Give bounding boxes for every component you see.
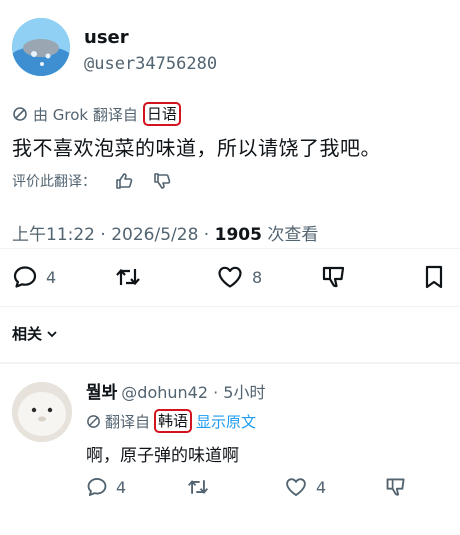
views-label: 次查看 — [267, 225, 319, 245]
bookmark-button[interactable] — [422, 264, 446, 290]
reply-translation-notice: 翻译自 韩语 显示原文 — [86, 409, 256, 433]
retweet-icon — [116, 268, 140, 286]
rate-translation: 评价此翻译： — [12, 171, 172, 191]
reply-like-button[interactable]: 4 — [284, 476, 326, 498]
thumbs-down-icon — [386, 478, 405, 496]
tweet-actions: 4 8 — [0, 262, 460, 294]
display-name[interactable]: user — [84, 27, 129, 48]
reply-reply-button[interactable]: 4 — [86, 476, 126, 498]
tweet-time[interactable]: 上午11:22 — [12, 225, 95, 245]
reply-retweet-button[interactable] — [186, 476, 210, 498]
like-count: 8 — [252, 267, 263, 287]
divider — [0, 248, 460, 249]
related-label: 相关 — [12, 325, 43, 343]
like-button[interactable]: 8 — [216, 264, 262, 290]
reply-icon — [87, 478, 107, 496]
reply-header: 뭘봐 @dohun42 · 5小时 — [86, 378, 265, 403]
tweet-meta: 上午11:22 · 2026/5/28 · 1905 次查看 — [12, 220, 318, 245]
view-count: 1905 — [214, 225, 262, 245]
related-toggle[interactable]: 相关 — [12, 323, 58, 344]
rate-label: 评价此翻译： — [12, 174, 96, 190]
meta-separator: · — [95, 225, 112, 245]
reply-avatar[interactable] — [12, 382, 72, 442]
tweet-date[interactable]: 2026/5/28 — [111, 225, 198, 245]
reply-translation-prefix: 翻译自 — [105, 412, 151, 431]
heart-icon — [218, 266, 242, 288]
divider — [0, 306, 460, 307]
reply-count: 4 — [46, 267, 57, 287]
retweet-button[interactable] — [114, 264, 142, 290]
reply-icon — [13, 266, 37, 288]
reply-dislike-button[interactable] — [384, 476, 408, 498]
tweet-text: 我不喜欢泡菜的味道，所以请饶了我吧。 — [12, 136, 381, 160]
reply-reply-count: 4 — [116, 477, 127, 497]
thumbs-down-icon — [322, 266, 345, 288]
translate-icon — [87, 414, 100, 428]
thumbs-down-icon[interactable] — [152, 171, 172, 191]
dislike-button[interactable] — [320, 264, 348, 290]
translate-icon — [13, 107, 27, 121]
section-divider — [0, 362, 460, 364]
translation-prefix: 由 Grok 翻译自 — [33, 105, 138, 124]
reply-handle-time[interactable]: @dohun42 · 5小时 — [121, 379, 265, 403]
translation-notice: 由 Grok 翻译自 日语 — [12, 102, 181, 126]
meta-separator: · — [198, 225, 215, 245]
source-language: 日语 — [142, 102, 181, 126]
reply-source-language: 韩语 — [154, 409, 193, 433]
retweet-icon — [187, 480, 209, 494]
avatar[interactable] — [12, 18, 70, 76]
user-handle[interactable]: @user34756280 — [84, 54, 217, 74]
reply-button[interactable]: 4 — [12, 264, 56, 290]
thumbs-up-icon[interactable] — [114, 171, 134, 191]
chevron-down-icon — [47, 330, 57, 337]
show-original-link[interactable]: 显示原文 — [196, 411, 256, 432]
reply-actions: 4 4 — [0, 476, 460, 504]
reply-like-count: 4 — [316, 477, 327, 497]
reply-text: 啊，原子弹的味道啊 — [86, 446, 239, 466]
bookmark-icon — [425, 265, 443, 289]
reply-display-name[interactable]: 뭘봐 — [86, 378, 117, 403]
heart-icon — [286, 478, 306, 496]
